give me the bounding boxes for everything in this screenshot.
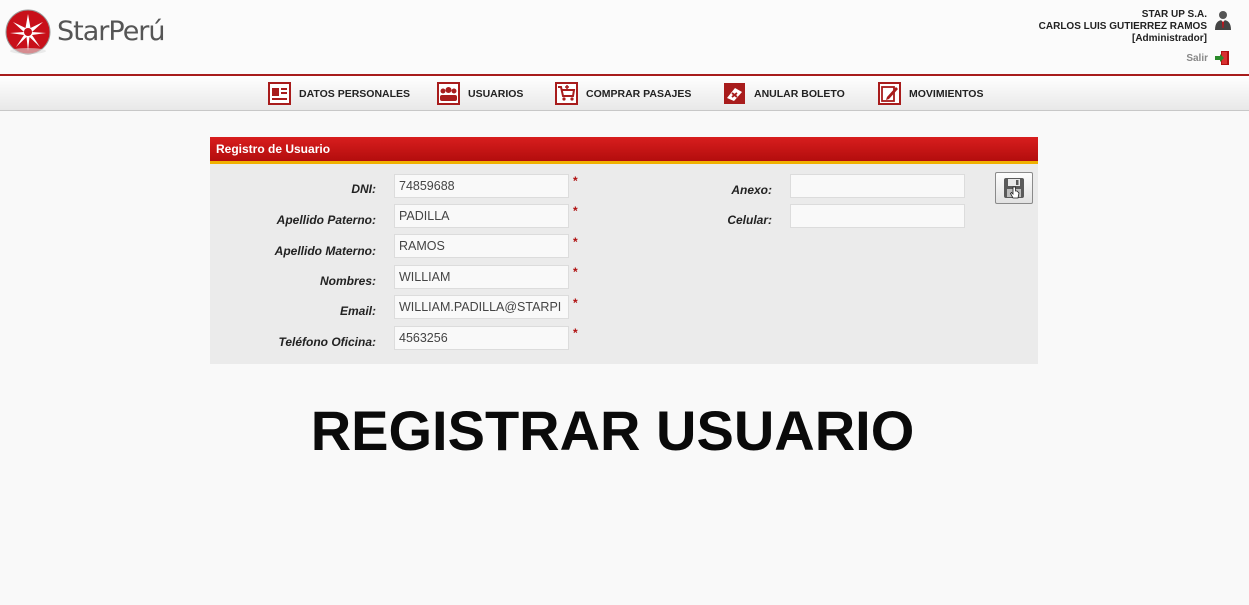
logout-icon <box>1215 51 1229 65</box>
id-card-icon <box>268 82 291 105</box>
anexo-label: Anexo: <box>731 183 772 197</box>
required-mark: * <box>573 296 578 310</box>
floppy-disk-icon <box>1004 178 1024 199</box>
save-button[interactable] <box>995 172 1033 204</box>
nav-label: COMPRAR PASAJES <box>586 87 692 100</box>
nav-comprar-pasajes[interactable]: COMPRAR PASAJES <box>555 76 691 111</box>
registro-usuario-panel: Registro de Usuario DNI: * Apellido Pate… <box>210 137 1038 364</box>
starperu-logo-icon <box>5 9 51 55</box>
nav-label: DATOS PERSONALES <box>299 87 411 100</box>
apellido-materno-input[interactable] <box>394 234 569 258</box>
cart-icon <box>555 82 578 105</box>
email-input[interactable] <box>394 295 569 319</box>
nombres-input[interactable] <box>394 265 569 289</box>
celular-input[interactable] <box>790 204 965 228</box>
header: StarPerú STAR UP S.A. CARLOS LUIS GUTIER… <box>0 0 1249 74</box>
anexo-input[interactable] <box>790 174 965 198</box>
user-info: STAR UP S.A. CARLOS LUIS GUTIERREZ RAMOS… <box>1039 9 1207 45</box>
dni-input[interactable] <box>394 174 569 198</box>
apellido-paterno-input[interactable] <box>394 204 569 228</box>
apellido-materno-label: Apellido Materno: <box>274 244 376 258</box>
user-icon <box>1215 11 1231 30</box>
logo[interactable]: StarPerú <box>5 9 166 55</box>
required-mark: * <box>573 235 578 249</box>
registrar-usuario-caption: REGISTRAR USUARIO <box>310 399 915 462</box>
apellido-paterno-label: Apellido Paterno: <box>276 213 376 227</box>
nav-anular-boleto[interactable]: ANULAR BOLETO <box>723 76 845 111</box>
required-mark: * <box>573 174 578 188</box>
required-mark: * <box>573 204 578 218</box>
panel-title: Registro de Usuario <box>210 137 1038 164</box>
nav-usuarios[interactable]: USUARIOS <box>437 76 523 111</box>
nav-movimientos[interactable]: MOVIMIENTOS <box>878 76 983 111</box>
edit-icon <box>878 82 901 105</box>
brand-name: StarPerú <box>57 15 166 47</box>
main-nav: DATOS PERSONALES USUARIOS COMPRAR PASAJE… <box>0 74 1249 111</box>
telefono-oficina-label: Teléfono Oficina: <box>278 335 376 349</box>
logout-link[interactable]: Salir <box>1186 51 1229 65</box>
nav-datos-personales[interactable]: DATOS PERSONALES <box>268 76 410 111</box>
celular-label: Celular: <box>727 213 772 227</box>
users-icon <box>437 82 460 105</box>
page: StarPerú STAR UP S.A. CARLOS LUIS GUTIER… <box>0 0 1249 605</box>
nav-label: MOVIMIENTOS <box>909 87 984 100</box>
nombres-label: Nombres: <box>319 274 376 288</box>
required-mark: * <box>573 265 578 279</box>
email-label: Email: <box>339 304 376 318</box>
nav-label: USUARIOS <box>468 87 524 100</box>
company-name: STAR UP S.A. <box>1141 9 1207 20</box>
telefono-oficina-input[interactable] <box>394 326 569 350</box>
user-name: CARLOS LUIS GUTIERREZ RAMOS <box>1038 21 1207 32</box>
user-role: [Administrador] <box>1132 33 1207 44</box>
required-mark: * <box>573 326 578 340</box>
logout-label: Salir <box>1186 52 1208 64</box>
dni-label: DNI: <box>351 182 376 196</box>
nav-label: ANULAR BOLETO <box>754 87 845 100</box>
cancel-ticket-icon <box>724 83 745 104</box>
